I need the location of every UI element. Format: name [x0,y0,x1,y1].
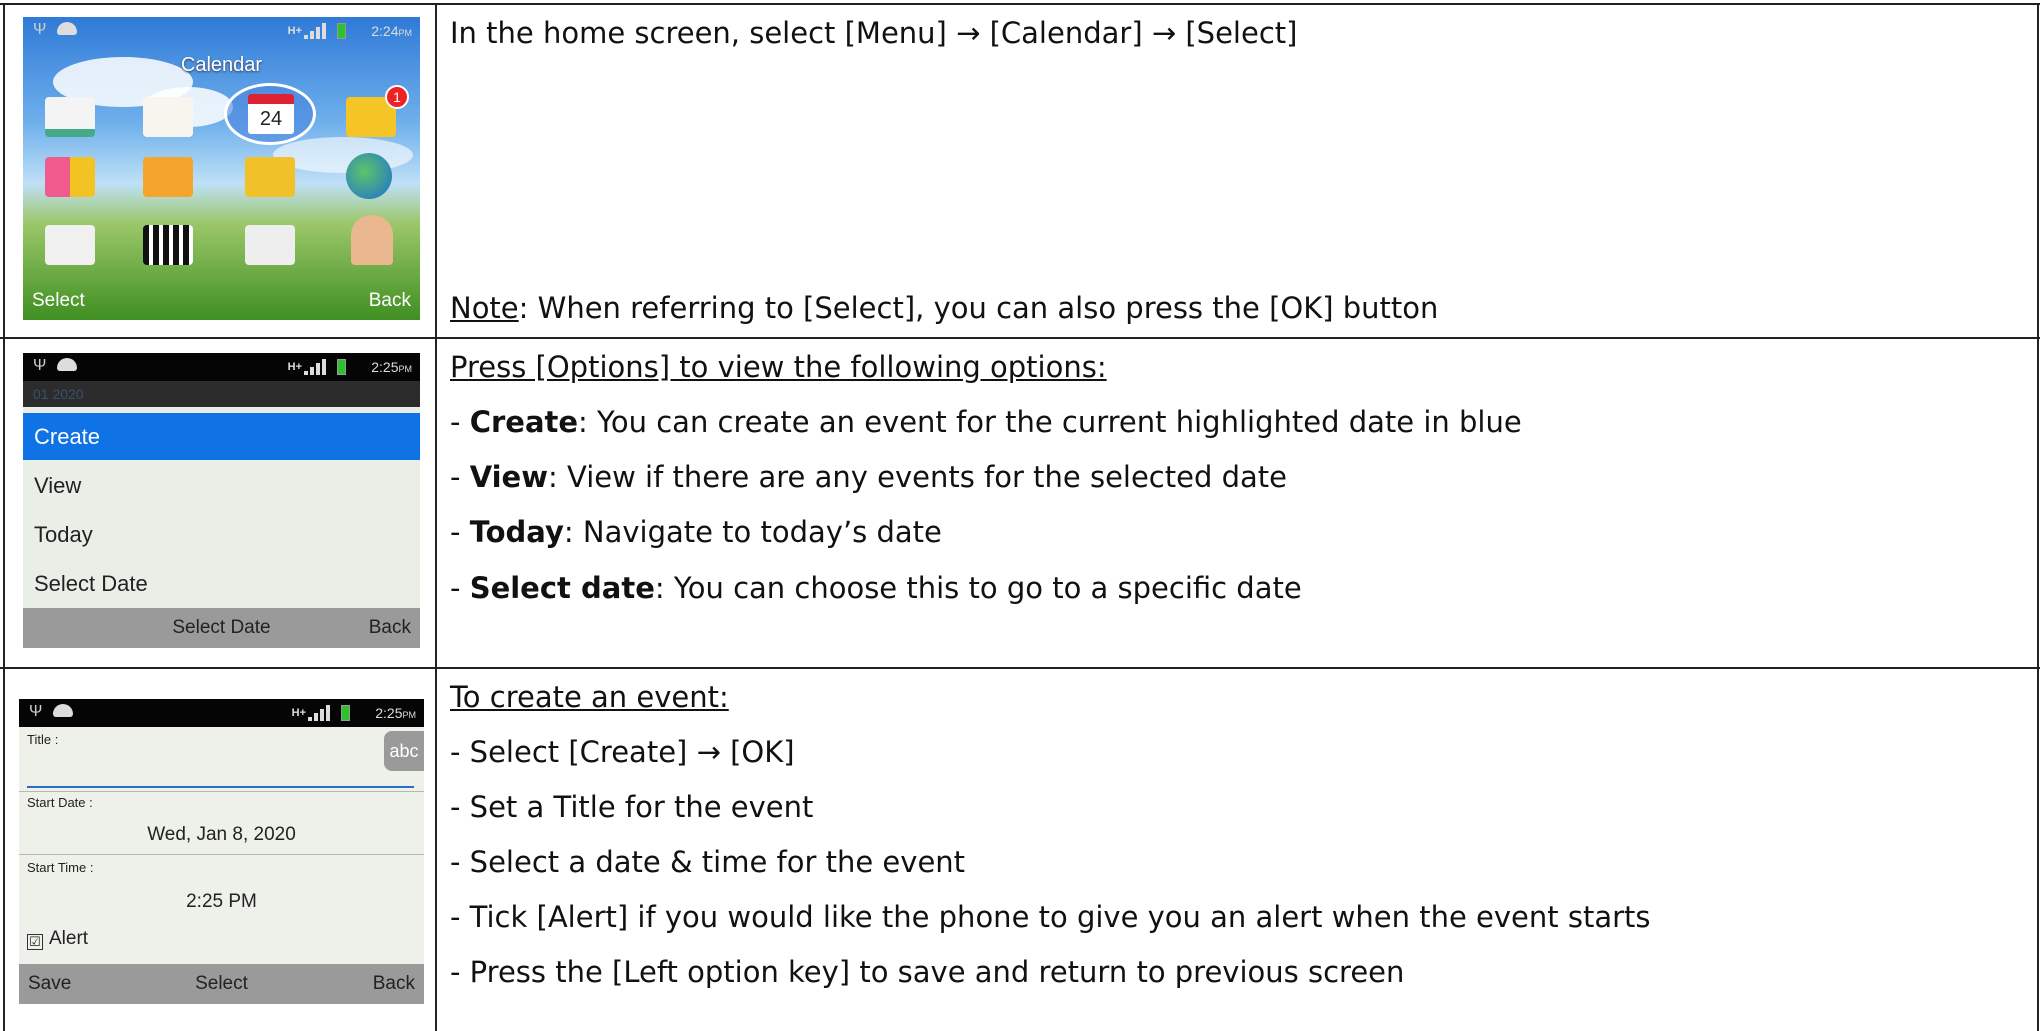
download-app-icon[interactable] [45,97,95,137]
contacts-app-icon[interactable] [351,215,393,265]
title-input[interactable] [27,786,414,788]
option-description: - View: View if there are any events for… [450,460,1287,494]
input-mode-abc-button[interactable]: abc [384,731,424,771]
instruction-table: Ψ H+ 2:24PM Calendar 24 1 Select Back In… [0,0,2040,1031]
option-term: Create [469,405,579,439]
menu-item-create[interactable]: Create [23,413,420,460]
status-time: 2:24PM [371,23,412,39]
start-date-value[interactable]: Wed, Jan 8, 2020 [19,824,424,846]
instruction-line: - Set a Title for the event [450,790,814,824]
menu-item-today[interactable]: Today [23,511,420,558]
options-heading: Press [Options] to view the following op… [450,350,1107,384]
table-border [3,3,5,1031]
instruction-line: In the home screen, select [Menu] → [Cal… [450,16,1298,50]
table-border [2037,3,2039,1031]
softkey-bar: Save Select Back [19,964,424,1004]
globe-app-icon[interactable] [346,153,392,199]
signal-icon [304,359,328,375]
calendar-app-icon[interactable]: 24 [248,94,294,134]
softkey-bar: Select Back [23,282,420,320]
softkey-bar: Select Date Back [23,608,420,648]
android-icon [57,22,77,35]
piano-app-icon[interactable] [143,225,193,265]
phone-home-screenshot: Ψ H+ 2:24PM Calendar 24 1 Select Back [23,17,420,320]
phone-create-event-screenshot: Ψ H+ 2:25PM Title : abc Start Date : Wed… [19,699,424,1004]
column-divider [435,3,437,1031]
alert-option[interactable]: ☑ Alert [27,928,88,950]
option-description: - Today: Navigate to today’s date [450,515,942,549]
network-type: H+ [291,707,306,719]
softkey-select[interactable]: Select [19,973,424,995]
phone-options-screenshot: Ψ H+ 2:25PM 01 2020 Create View Today Se… [23,353,420,648]
instruction-line: - Press the [Left option key] to save an… [450,955,1405,989]
start-date-label: Start Date : [27,795,93,810]
alert-checkbox[interactable]: ☑ [27,934,43,950]
softkey-select[interactable]: Select [32,290,85,312]
option-description: - Select date: You can choose this to go… [450,571,1302,605]
title-label: Title : [27,732,59,747]
separator [19,854,424,855]
status-time: 2:25PM [375,705,416,721]
equalizer-app-icon[interactable] [143,97,193,137]
softkey-select-date[interactable]: Select Date [23,617,420,639]
option-term: Today [469,515,564,549]
start-time-label: Start Time : [27,860,94,875]
alert-label: Alert [49,928,89,949]
start-time-value[interactable]: 2:25 PM [19,891,424,913]
menu-item-view[interactable]: View [23,462,420,509]
instruction-line: - Select [Create] → [OK] [450,735,795,769]
status-bar: Ψ H+ 2:25PM [23,353,420,381]
month-header: 01 2020 [23,381,420,407]
note-label: Note [450,291,519,325]
instruction-line: - Select a date & time for the event [450,845,966,879]
separator [19,791,424,792]
usb-icon: Ψ [33,21,47,38]
battery-icon [337,23,346,39]
folder-app-icon[interactable] [245,157,295,197]
instruction-line: - Tick [Alert] if you would like the pho… [450,900,1651,934]
radio-app-icon[interactable] [45,225,95,265]
battery-icon [341,705,350,721]
row2-instructions: Press [Options] to view the following op… [450,344,2030,664]
apps-grid-icon[interactable] [45,157,95,197]
option-term: Select date [469,571,655,605]
softkey-back[interactable]: Back [369,617,411,639]
signal-icon [304,23,328,39]
usb-icon: Ψ [29,703,43,720]
create-heading: To create an event: [450,680,729,714]
usb-icon: Ψ [33,357,47,374]
mail-badge: 1 [385,85,409,109]
network-type: H+ [287,25,302,37]
clock-app-icon[interactable] [245,225,295,265]
android-icon [53,704,73,717]
softkey-back[interactable]: Back [373,973,415,995]
network-type: H+ [287,361,302,373]
row3-instructions: To create an event: - Select [Create] → … [450,674,2030,1014]
focused-app-title: Calendar [180,54,263,76]
note-line: Note: When referring to [Select], you ca… [450,291,1438,325]
gallery-app-icon[interactable] [143,157,193,197]
status-time: 2:25PM [371,359,412,375]
note-text: : When referring to [Select], you can al… [518,291,1439,325]
softkey-back[interactable]: Back [369,290,411,312]
signal-icon [308,705,332,721]
option-description: - Create: You can create an event for th… [450,405,1522,439]
battery-icon [337,359,346,375]
row1-instructions: In the home screen, select [Menu] → [Cal… [450,10,2030,330]
option-term: View [469,460,549,494]
menu-item-select-date[interactable]: Select Date [23,560,420,607]
status-bar: Ψ H+ 2:25PM [19,699,424,727]
android-icon [57,358,77,371]
status-bar: Ψ H+ 2:24PM [23,17,420,45]
